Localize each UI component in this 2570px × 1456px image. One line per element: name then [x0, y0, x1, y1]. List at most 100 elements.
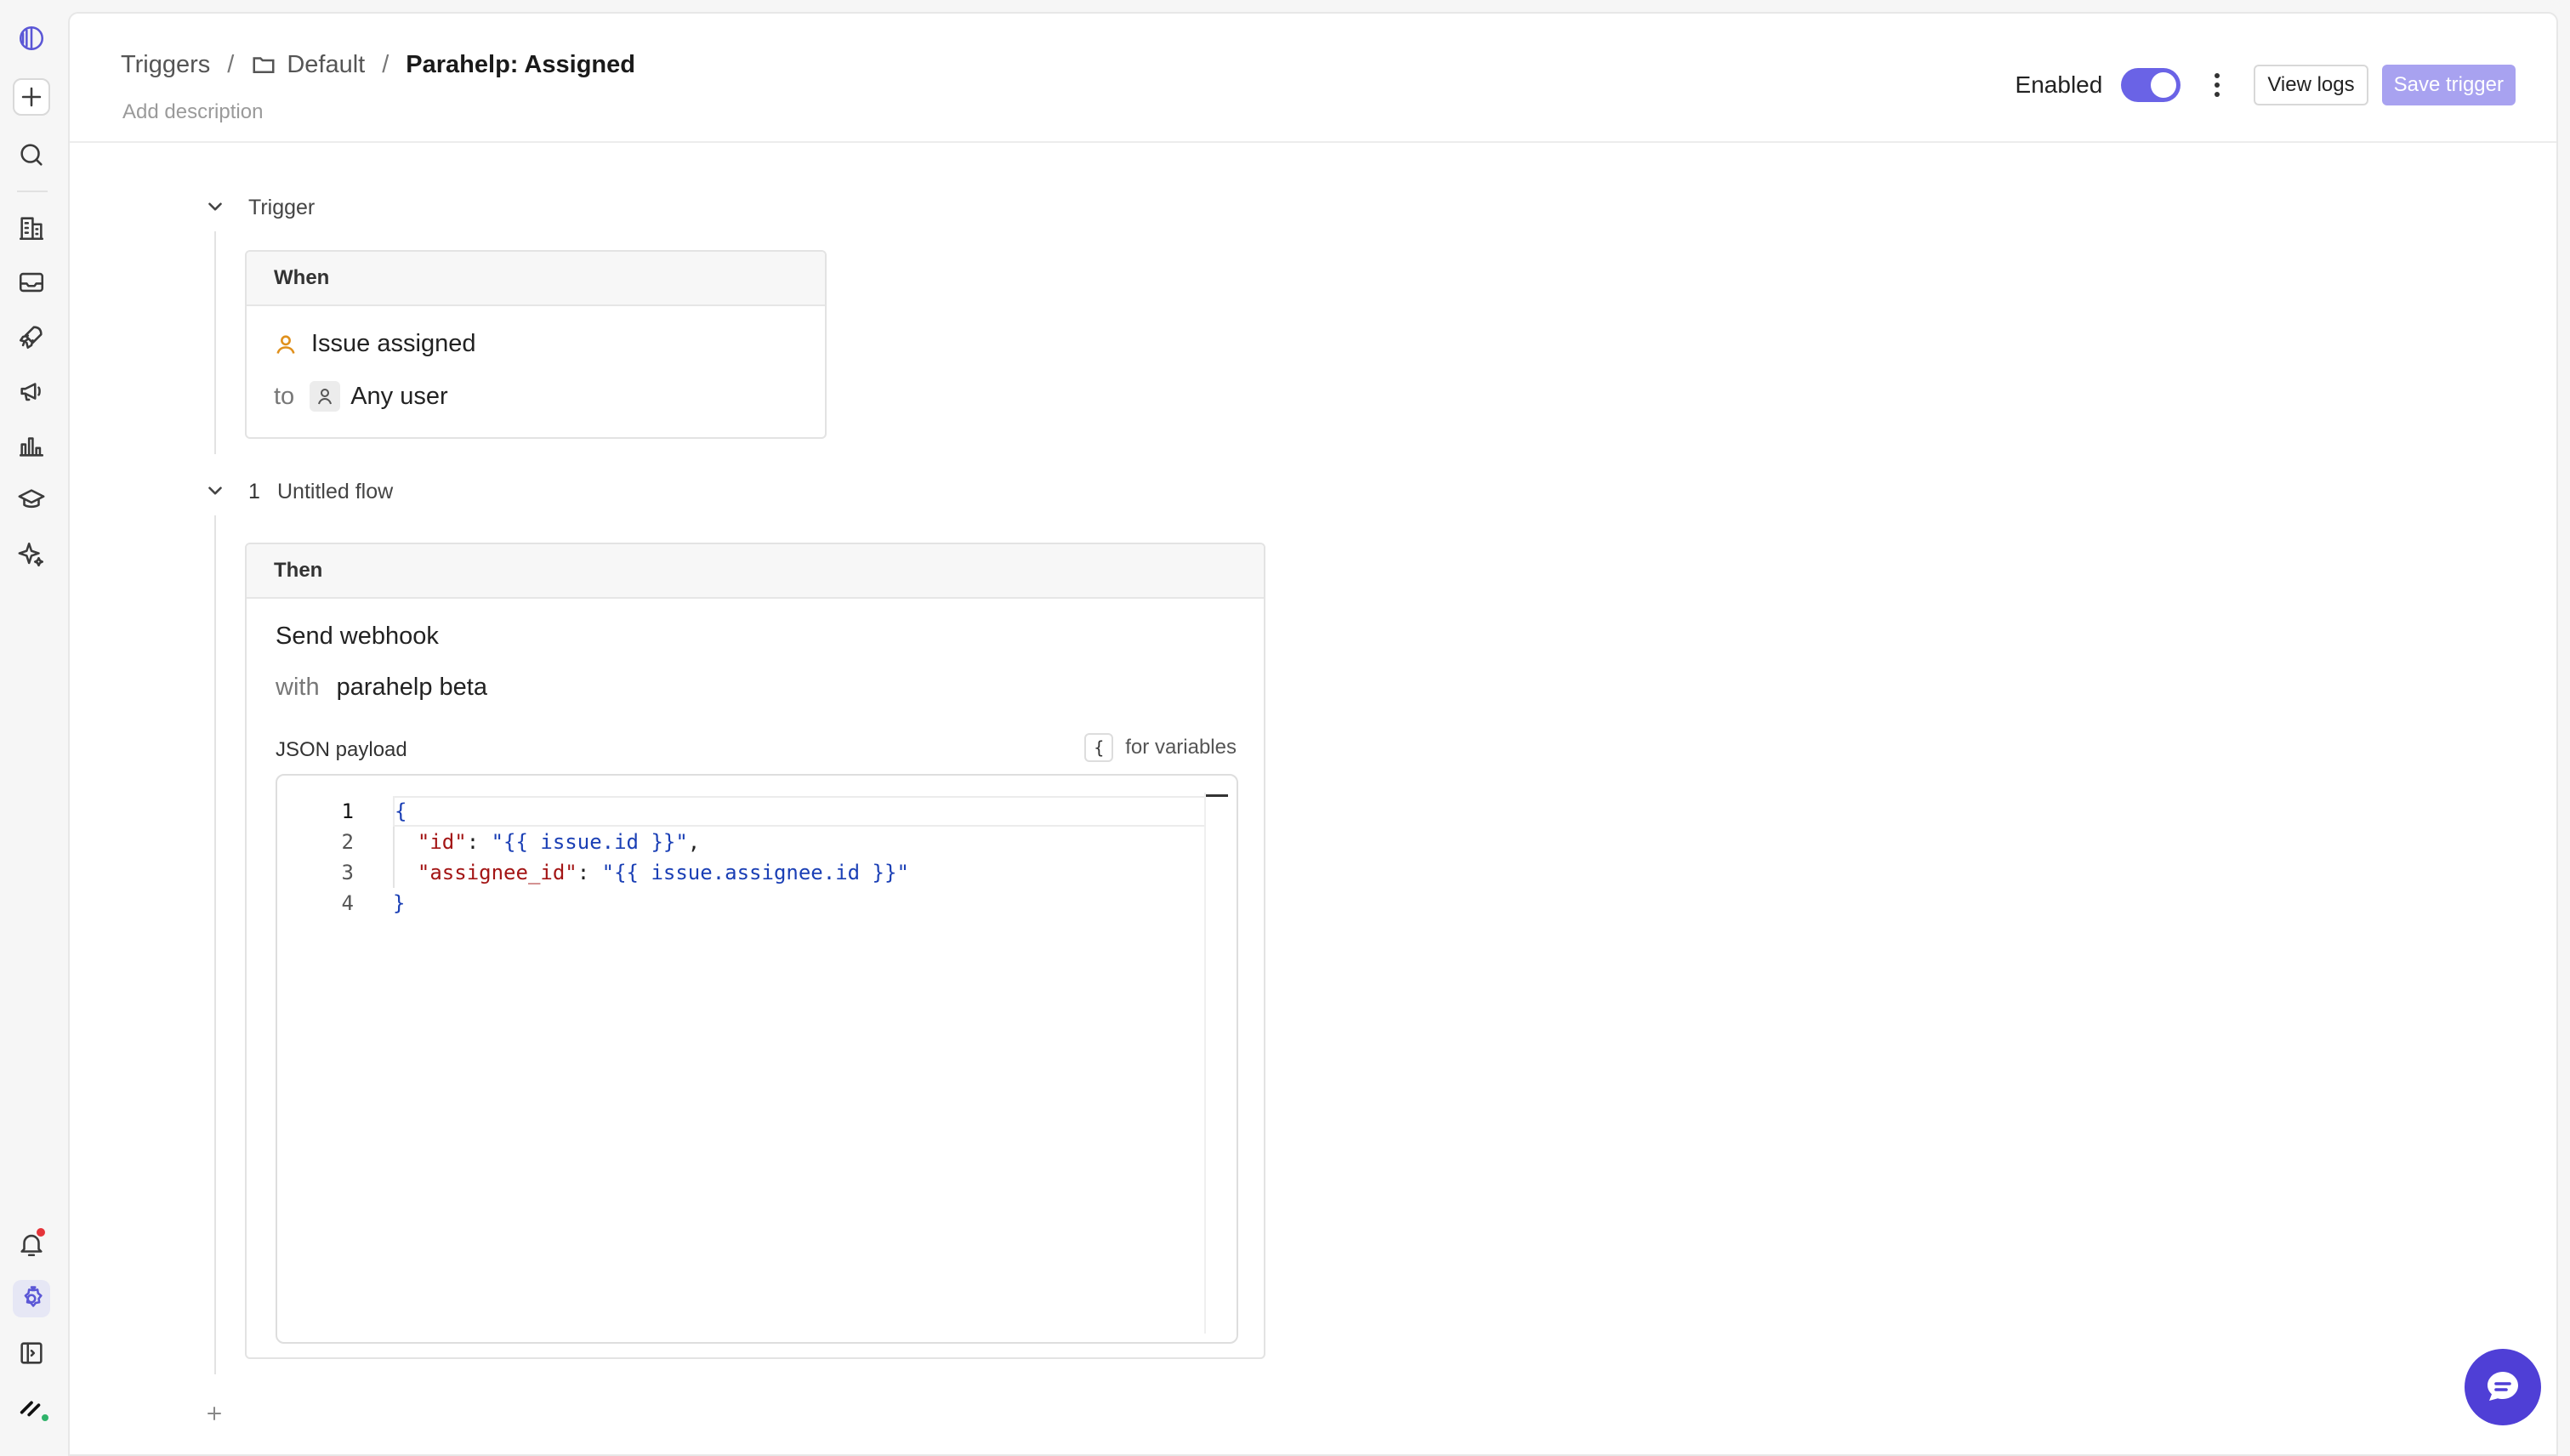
- trigger-event: Issue assigned: [311, 330, 476, 357]
- close-brace: }: [393, 891, 406, 915]
- collapse-trigger-chevron[interactable]: [204, 196, 226, 218]
- colon: :: [577, 861, 602, 884]
- bar-chart-icon: [19, 437, 44, 457]
- chevron-down-icon: [208, 486, 222, 495]
- toggle-knob: [2151, 72, 2177, 98]
- main-panel: Triggers / Default / Parahelp: Assigned …: [68, 12, 2558, 1456]
- chart-button[interactable]: [13, 427, 50, 464]
- logo-icon[interactable]: [13, 20, 50, 57]
- collapse-flow-chevron[interactable]: [204, 480, 226, 502]
- page-title[interactable]: Parahelp: Assigned: [406, 51, 635, 79]
- sidebar-toggle-button[interactable]: [13, 1334, 50, 1372]
- trigger-target: Any user: [350, 382, 448, 410]
- json-payload-editor[interactable]: 1 2 3 4 { "id": "{{ issue.id }}", "assig…: [276, 774, 1238, 1344]
- add-step-button[interactable]: [204, 1403, 225, 1424]
- action-row[interactable]: Send webhook: [276, 623, 439, 651]
- plus-icon: [208, 1407, 221, 1420]
- notification-badge: [35, 1226, 47, 1238]
- action-name: Send webhook: [276, 623, 439, 650]
- academy-button[interactable]: [13, 481, 50, 519]
- when-card: When Issue assigned to Any user: [245, 250, 827, 439]
- breadcrumb-triggers[interactable]: Triggers: [121, 51, 210, 79]
- buildings-button[interactable]: [13, 209, 50, 247]
- enabled-toggle[interactable]: [2121, 68, 2181, 102]
- left-rail: [0, 0, 66, 1456]
- user-chip: [310, 381, 341, 412]
- add-description[interactable]: Add description: [122, 100, 263, 124]
- code-area[interactable]: { "id": "{{ issue.id }}", "assignee_id":…: [393, 796, 1206, 919]
- sparkle-icon: [18, 542, 44, 567]
- rail-divider: [17, 191, 48, 192]
- megaphone-button[interactable]: [13, 373, 50, 410]
- enabled-label: Enabled: [2015, 71, 2103, 98]
- megaphone-icon: [20, 383, 41, 401]
- app-root: Triggers / Default / Parahelp: Assigned …: [0, 0, 2570, 1456]
- folder-icon: [253, 57, 275, 73]
- colon: :: [466, 830, 492, 854]
- breadcrumb-folder-default[interactable]: Default: [287, 51, 365, 79]
- webhook-target-row[interactable]: with parahelp beta: [276, 674, 487, 702]
- scrollbar-thumb[interactable]: [1206, 794, 1228, 797]
- code-line[interactable]: {: [393, 796, 1206, 827]
- breadcrumb-separator: /: [382, 50, 389, 78]
- breadcrumb: Triggers / Default / Parahelp: Assigned: [121, 48, 635, 82]
- variables-hint-text: for variables: [1125, 736, 1237, 759]
- trigger-editor: Trigger When Issue assigned to Any user: [70, 145, 2556, 1454]
- editor-scrollbar[interactable]: [1204, 793, 1206, 1334]
- save-trigger-button[interactable]: Save trigger: [2381, 65, 2516, 105]
- comma: ,: [687, 830, 701, 854]
- flow-connector-line: [214, 515, 216, 1374]
- when-card-header: When: [247, 252, 825, 306]
- settings-button[interactable]: [13, 1280, 50, 1317]
- chat-support-button[interactable]: [2465, 1349, 2541, 1425]
- variables-hint: { for variables: [1084, 733, 1237, 762]
- to-label: to: [274, 382, 295, 410]
- line-number: 3: [341, 861, 354, 884]
- rocket-icon: [19, 326, 43, 350]
- breadcrumb-separator: /: [227, 50, 235, 78]
- inbox-icon: [19, 272, 44, 293]
- json-value-id: "{{ issue.id }}": [491, 830, 688, 854]
- trigger-event-row[interactable]: Issue assigned: [274, 330, 475, 358]
- then-card: Then Send webhook with parahelp beta JSO…: [245, 543, 1265, 1359]
- online-status-dot: [40, 1413, 50, 1423]
- rocket-button[interactable]: [13, 318, 50, 355]
- with-label: with: [276, 674, 320, 701]
- line-number: 1: [341, 799, 354, 823]
- trigger-connector-line: [214, 231, 216, 454]
- person-icon: [318, 389, 333, 405]
- user-icon: [276, 334, 295, 354]
- line-number: 4: [341, 891, 354, 915]
- brace-key: {: [1084, 733, 1114, 762]
- search-icon: [20, 144, 43, 166]
- flow-number: 1: [248, 480, 260, 503]
- flow-title[interactable]: Untitled flow: [277, 480, 393, 504]
- json-value-assignee-id: "{{ issue.assignee.id }}": [601, 861, 909, 884]
- line-number: 2: [341, 830, 354, 854]
- code-line[interactable]: }: [393, 888, 1206, 919]
- ai-button[interactable]: [13, 536, 50, 573]
- trigger-target-row[interactable]: to Any user: [274, 381, 448, 412]
- then-card-header: Then: [247, 544, 1264, 599]
- chevron-down-icon: [208, 202, 222, 211]
- more-options-icon[interactable]: [2204, 68, 2230, 102]
- chat-bubble-icon: [2488, 1372, 2518, 1401]
- inbox-button[interactable]: [13, 264, 50, 301]
- json-payload-label: JSON payload: [276, 738, 407, 761]
- open-brace: {: [395, 799, 407, 823]
- top-bar: Triggers / Default / Parahelp: Assigned …: [70, 14, 2556, 143]
- code-line[interactable]: "assignee_id": "{{ issue.assignee.id }}": [393, 857, 1206, 888]
- json-key-id: "id": [417, 830, 467, 854]
- line-number-gutter: 1 2 3 4: [277, 796, 354, 919]
- view-logs-button[interactable]: View logs: [2254, 65, 2368, 105]
- json-key-assignee-id: "assignee_id": [417, 861, 577, 884]
- webhook-name: parahelp beta: [336, 674, 487, 701]
- header-actions: Enabled View logs Save trigger: [2016, 63, 2516, 107]
- new-button[interactable]: [13, 78, 50, 116]
- search-button[interactable]: [13, 136, 50, 173]
- sidebar-icon: [20, 1342, 43, 1364]
- gear-icon: [24, 1286, 43, 1307]
- code-line[interactable]: "id": "{{ issue.id }}",: [393, 827, 1206, 857]
- buildings-icon: [19, 217, 44, 241]
- trigger-section-title: Trigger: [248, 196, 316, 219]
